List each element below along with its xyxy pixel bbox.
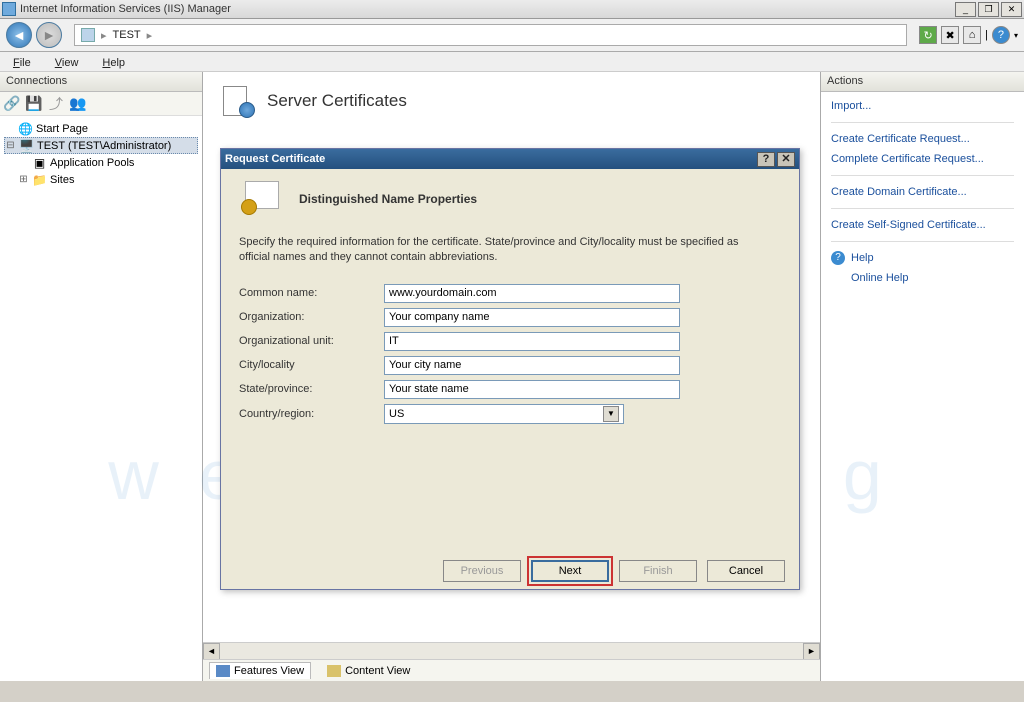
label-organization: Organization: [239,311,384,323]
up-icon[interactable]: ⤴ [48,96,64,112]
scroll-left-button[interactable]: ◄ [203,643,220,660]
label-country: Country/region: [239,408,384,420]
label-organizational-unit: Organizational unit: [239,335,384,347]
content-icon [327,665,341,677]
nav-separator: | [985,29,988,41]
tree-server[interactable]: ⊟ 🖥️ TEST (TEST\Administrator) [4,137,198,154]
users-icon[interactable]: 👥 [70,96,86,112]
previous-button: Previous [443,560,521,582]
action-create-domain-cert[interactable]: Create Domain Certificate... [831,184,1014,200]
folder-icon: 📁 [32,172,47,187]
select-country[interactable]: US ▼ [384,404,624,424]
action-help[interactable]: ? Help [831,250,1014,266]
help-icon: ? [831,251,845,265]
breadcrumb-host[interactable]: TEST [113,29,141,41]
breadcrumb-separator: ▸ [147,29,153,42]
close-button[interactable]: ✕ [1001,2,1022,17]
tab-content-view[interactable]: Content View [321,663,416,679]
refresh-button[interactable]: ↻ [919,26,937,44]
maximize-button[interactable]: ❐ [978,2,999,17]
window-titlebar: Internet Information Services (IIS) Mana… [0,0,1024,19]
input-city[interactable] [384,356,680,375]
apppool-icon: ▣ [32,155,47,170]
save-icon[interactable]: 💾 [26,96,42,112]
cancel-button[interactable]: Cancel [707,560,785,582]
dropdown-icon[interactable]: ▾ [1014,31,1018,40]
input-common-name[interactable] [384,284,680,303]
dialog-titlebar: Request Certificate ? ✕ [221,149,799,169]
tree-item-label: Start Page [36,123,88,135]
tree-app-pools[interactable]: ▣ Application Pools [18,154,198,171]
dialog-title: Request Certificate [225,153,755,165]
view-tabs: Features View Content View [203,659,820,681]
input-organization[interactable] [384,308,680,327]
app-icon [2,2,16,16]
action-separator [831,122,1014,123]
action-help-label: Help [851,250,874,266]
tree-start-page[interactable]: 🌐 Start Page [4,120,198,137]
dialog-description: Specify the required information for the… [239,235,739,266]
nav-bar: ◄ ► ▸ TEST ▸ ↻ ✖ ⌂ | ? ▾ [0,19,1024,52]
dialog-close-button[interactable]: ✕ [777,152,795,167]
certificate-icon [239,179,285,219]
label-city: City/locality [239,359,384,371]
menu-file[interactable]: File [10,55,34,71]
stop-button[interactable]: ✖ [941,26,959,44]
input-organizational-unit[interactable] [384,332,680,351]
server-icon: 🖥️ [19,138,34,153]
scroll-right-button[interactable]: ► [803,643,820,660]
request-certificate-dialog: Request Certificate ? ✕ Distinguished Na… [220,148,800,590]
tree-item-label: Sites [50,174,74,186]
expand-icon[interactable]: ⊞ [18,174,29,185]
action-complete-request[interactable]: Complete Certificate Request... [831,151,1014,167]
tab-label: Features View [234,665,304,677]
select-country-value: US [389,408,404,420]
connections-tree: 🌐 Start Page ⊟ 🖥️ TEST (TEST\Administrat… [0,116,202,681]
tree-sites[interactable]: ⊞ 📁 Sites [18,171,198,188]
home-button[interactable]: ⌂ [963,26,981,44]
dialog-help-button[interactable]: ? [757,152,775,167]
tree-item-label: TEST (TEST\Administrator) [37,140,171,152]
action-separator [831,241,1014,242]
address-bar[interactable]: ▸ TEST ▸ [74,24,907,46]
menu-view[interactable]: View [52,55,82,71]
connections-panel: Connections 🔗 💾 ⤴ 👥 🌐 Start Page ⊟ 🖥️ TE… [0,72,203,681]
menu-help[interactable]: Help [99,55,128,71]
connections-toolbar: 🔗 💾 ⤴ 👥 [0,92,202,116]
features-icon [216,665,230,677]
certificates-icon [221,84,255,118]
actions-header: Actions [821,72,1024,92]
connect-icon[interactable]: 🔗 [4,96,20,112]
action-import[interactable]: Import... [831,98,1014,114]
label-state: State/province: [239,383,384,395]
help-button[interactable]: ? [992,26,1010,44]
minimize-button[interactable]: _ [955,2,976,17]
back-button[interactable]: ◄ [6,22,32,48]
action-separator [831,175,1014,176]
finish-button: Finish [619,560,697,582]
window-title: Internet Information Services (IIS) Mana… [20,3,955,15]
page-title: Server Certificates [267,91,407,111]
actions-panel: Actions Import... Create Certificate Req… [820,72,1024,681]
forward-button[interactable]: ► [36,22,62,48]
tree-item-label: Application Pools [50,157,134,169]
horizontal-scrollbar[interactable]: ◄ ► [203,642,820,659]
tab-label: Content View [345,665,410,677]
action-separator [831,208,1014,209]
globe-icon: 🌐 [18,121,33,136]
collapse-icon[interactable]: ⊟ [5,140,16,151]
dialog-heading: Distinguished Name Properties [299,192,477,206]
action-online-help[interactable]: Online Help [851,270,1014,286]
tab-features-view[interactable]: Features View [209,662,311,679]
server-icon [81,28,95,42]
action-create-self-signed[interactable]: Create Self-Signed Certificate... [831,217,1014,233]
menu-bar: File View Help [0,52,1024,72]
next-button[interactable]: Next [531,560,609,582]
connections-header: Connections [0,72,202,92]
dropdown-arrow-icon: ▼ [603,406,619,422]
input-state[interactable] [384,380,680,399]
label-common-name: Common name: [239,287,384,299]
breadcrumb-separator: ▸ [101,29,107,42]
action-create-request[interactable]: Create Certificate Request... [831,131,1014,147]
